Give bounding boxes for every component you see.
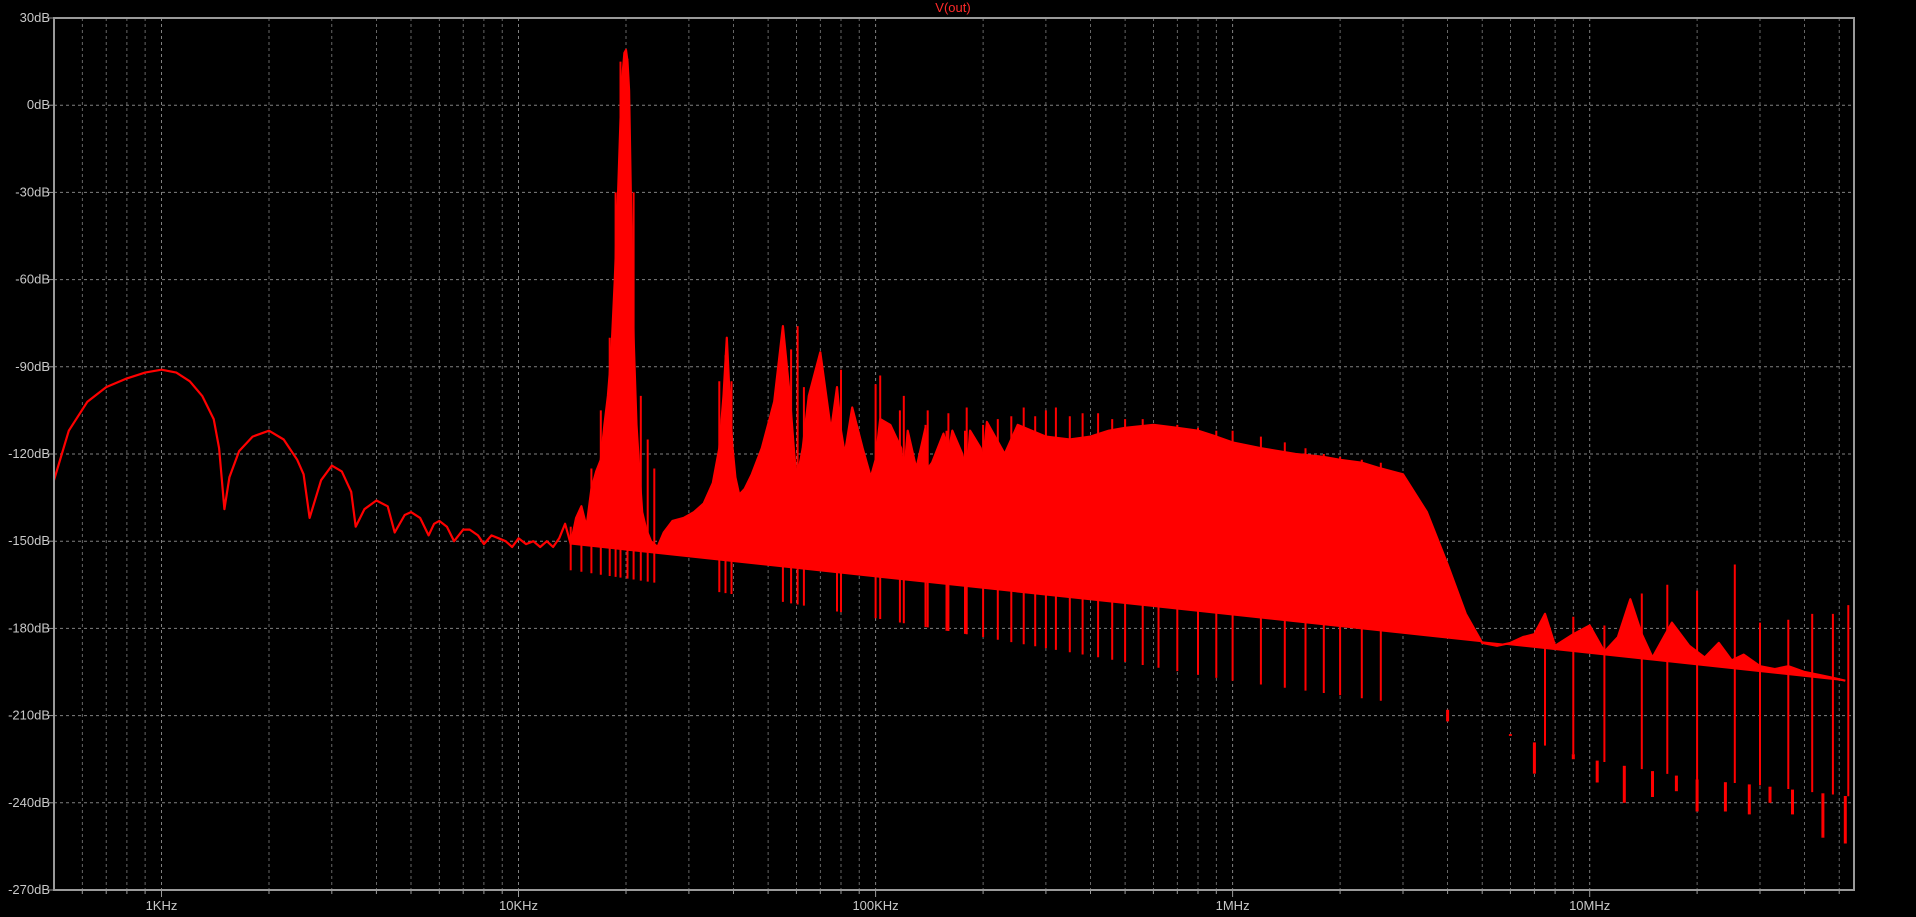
y-tick-label: -90dB	[15, 359, 50, 374]
y-tick-label: -30dB	[15, 184, 50, 199]
y-tick-label: -150dB	[8, 533, 50, 548]
y-tick-label: -60dB	[15, 272, 50, 287]
x-tick-label: 10KHz	[499, 898, 538, 913]
y-tick-label: -240dB	[8, 795, 50, 810]
x-tick-label: 100KHz	[852, 898, 898, 913]
spectrum-plot: 30dB 0dB -30dB -60dB -90dB -120dB -150dB -180dB…	[0, 0, 1916, 917]
y-tick-label: 30dB	[20, 10, 50, 25]
x-tick-label: 1KHz	[146, 898, 178, 913]
y-tick-label: -270dB	[8, 882, 50, 897]
x-tick-label: 10MHz	[1569, 898, 1610, 913]
y-tick-label: -120dB	[8, 446, 50, 461]
x-tick-label: 1MHz	[1216, 898, 1250, 913]
plot-window: 30dB 0dB -30dB -60dB -90dB -120dB -150dB -180dB…	[0, 0, 1916, 917]
chart-title: V(out)	[935, 0, 970, 15]
y-tick-label: -180dB	[8, 620, 50, 635]
y-tick-label: -210dB	[8, 708, 50, 723]
y-tick-label: 0dB	[27, 97, 50, 112]
